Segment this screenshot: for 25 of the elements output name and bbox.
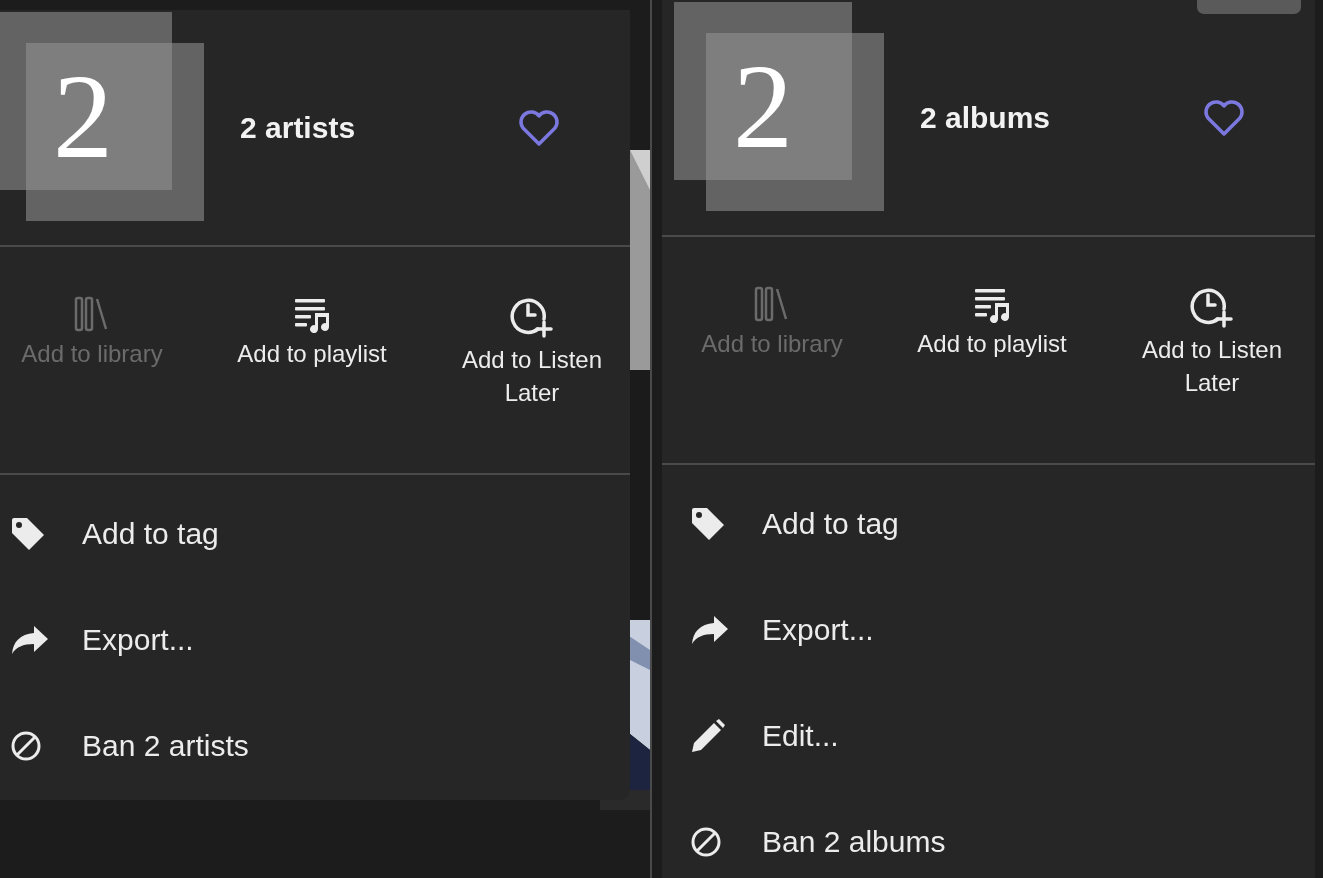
action-button[interactable]: Add to playlist bbox=[882, 285, 1102, 360]
menu-item[interactable]: Export... bbox=[662, 577, 1315, 683]
ban-icon bbox=[690, 826, 722, 858]
drag-handle[interactable] bbox=[1197, 0, 1301, 14]
heart-icon[interactable] bbox=[1203, 98, 1245, 137]
selection-title: 2 artists bbox=[240, 110, 357, 145]
share-arrow-icon bbox=[690, 614, 730, 646]
action-button[interactable]: Add to Listen Later bbox=[422, 295, 630, 409]
ban-icon bbox=[10, 730, 42, 762]
share-arrow-icon bbox=[10, 624, 50, 656]
count-number: 2 bbox=[733, 47, 793, 167]
menu-item[interactable]: Edit... bbox=[662, 683, 1315, 789]
heart-icon[interactable] bbox=[518, 108, 560, 147]
count-number: 2 bbox=[53, 57, 113, 177]
tag-icon bbox=[10, 516, 46, 552]
menu-item[interactable]: Add to tag bbox=[0, 481, 630, 587]
menu-item[interactable]: Ban 2 artists bbox=[0, 693, 630, 799]
menu-item[interactable]: Export... bbox=[0, 587, 630, 693]
pencil-icon bbox=[690, 718, 726, 754]
menu-item[interactable]: Add to tag bbox=[662, 471, 1315, 577]
menu-item[interactable]: Ban 2 albums bbox=[662, 789, 1315, 878]
selection-title: 2 albums bbox=[920, 100, 1052, 135]
tag-icon bbox=[690, 506, 726, 542]
action-button[interactable]: Add to Listen Later bbox=[1102, 285, 1322, 399]
action-button[interactable]: Add to playlist bbox=[202, 295, 422, 370]
